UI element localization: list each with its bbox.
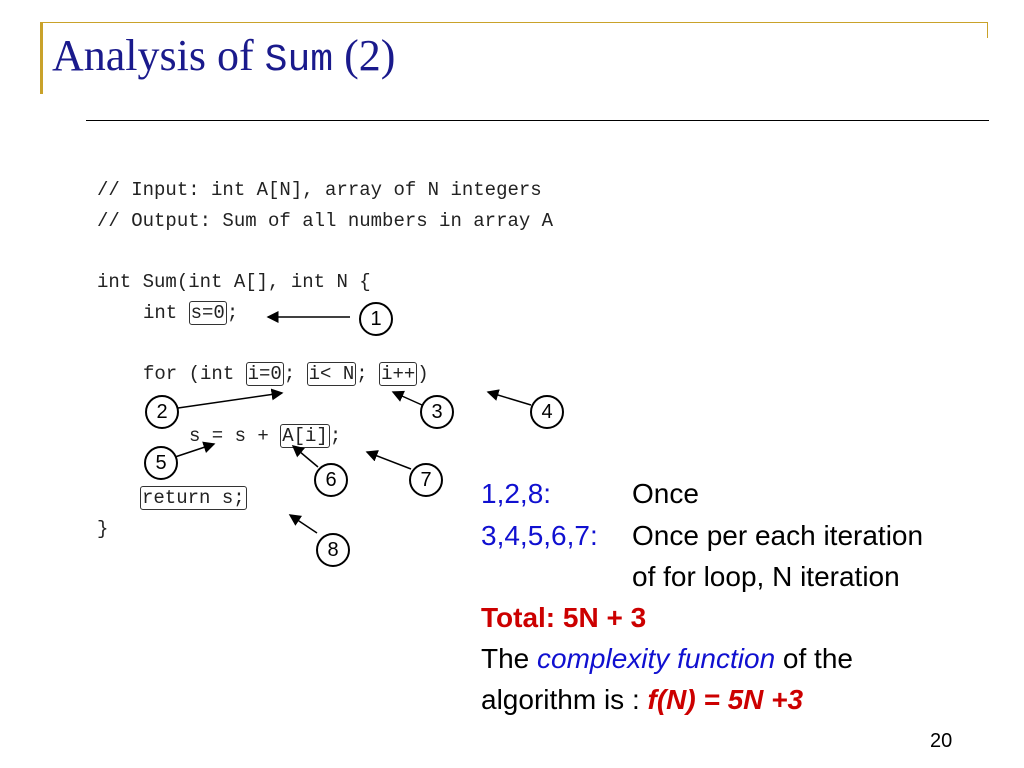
algo-formula: f(N) = 5N +3 (647, 684, 804, 715)
note-total: Total: 5N + 3 (481, 602, 647, 633)
complexity-pre: The (481, 643, 538, 674)
note-value-iteration: Once per each iteration (632, 520, 924, 551)
note-complexity-line: The complexity function of the (481, 643, 853, 675)
note-algorithm-line: algorithm is : f(N) = 5N +3 (481, 684, 803, 716)
marker-4: 4 (530, 395, 564, 429)
note-value-loop: of for loop, N iteration (632, 561, 900, 592)
arrow-6 (291, 445, 319, 468)
note-value-once: Once (632, 478, 699, 509)
page-number: 20 (930, 730, 953, 752)
marker-5: 5 (144, 446, 178, 480)
arrow-8 (288, 514, 318, 534)
note-label-once: 1,2,8: (481, 478, 552, 509)
arrow-5 (174, 441, 216, 458)
note-label-iteration: 3,4,5,6,7: (481, 520, 598, 551)
arrow-7 (365, 450, 412, 470)
arrow-3 (391, 390, 423, 406)
marker-8: 8 (316, 533, 350, 567)
complexity-term: complexity function (537, 643, 776, 674)
arrow-2 (177, 388, 284, 409)
complexity-post: of the (775, 643, 853, 674)
marker-1: 1 (359, 302, 393, 336)
marker-6: 6 (314, 463, 348, 497)
arrow-4 (486, 389, 532, 406)
marker-7: 7 (409, 463, 443, 497)
marker-3: 3 (420, 395, 454, 429)
algo-pre: algorithm is : (481, 684, 648, 715)
marker-2: 2 (145, 395, 179, 429)
